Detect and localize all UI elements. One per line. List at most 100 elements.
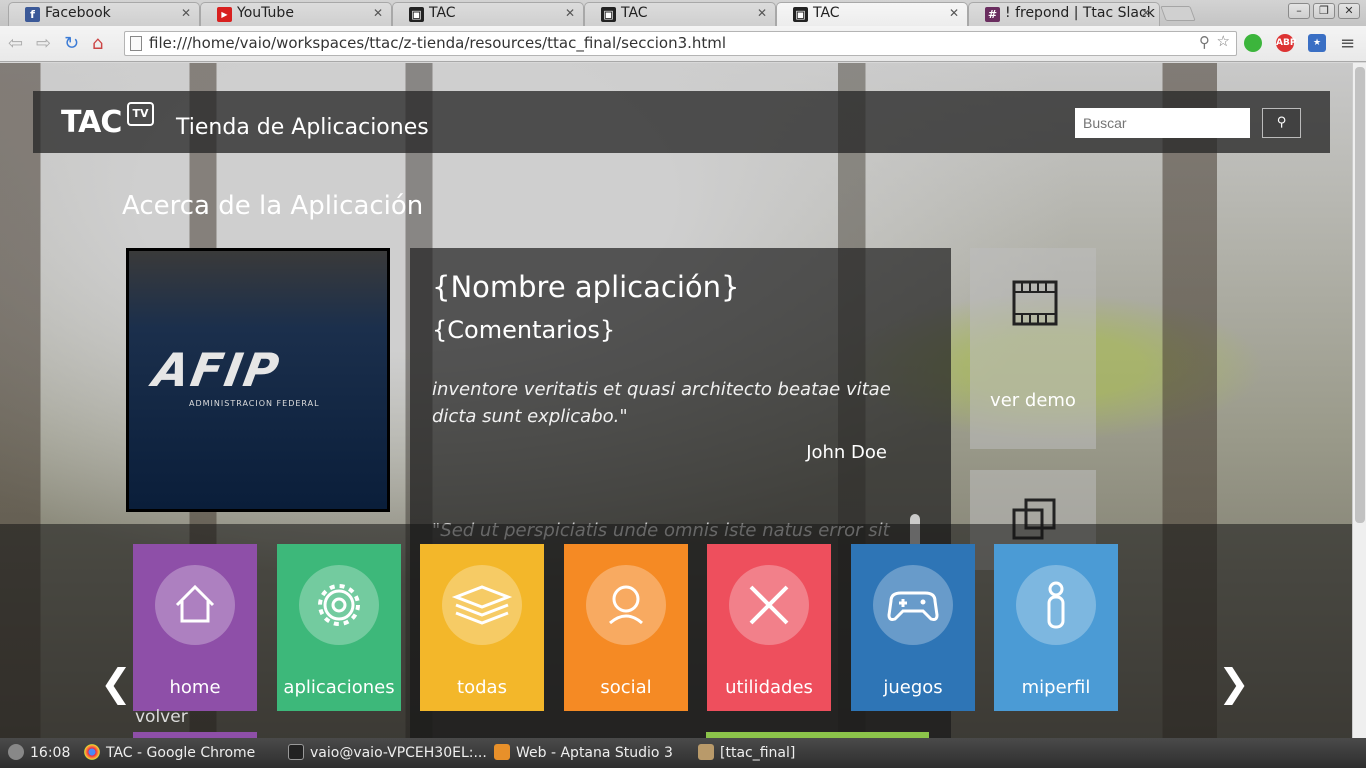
category-home[interactable]: home	[133, 544, 257, 711]
browser-tab-strip: f Facebook ✕ ▶ YouTube ✕ ▣ TAC ✕ ▣ TAC ✕…	[0, 0, 1366, 27]
tv-badge: TV	[127, 102, 154, 126]
category-todas[interactable]: todas	[420, 544, 544, 711]
app-logo-text: AFIP	[149, 343, 285, 397]
tab-title: ! frepond | Ttac Slack	[1005, 5, 1155, 21]
close-tab-icon[interactable]: ✕	[565, 6, 575, 20]
page-scrollbar[interactable]	[1352, 63, 1366, 738]
close-window-button[interactable]: ✕	[1338, 3, 1360, 19]
close-tab-icon[interactable]: ✕	[373, 6, 383, 20]
volver-link[interactable]: volver	[135, 707, 188, 727]
ver-demo-tile[interactable]: ver demo	[970, 248, 1096, 449]
category-utilidades[interactable]: utilidades	[707, 544, 831, 711]
search-input[interactable]	[1075, 108, 1250, 138]
clock-text: 16:08	[30, 745, 71, 761]
browser-toolbar: ⇦ ⇨ ↻ ⌂ file:///home/vaio/workspaces/tta…	[0, 26, 1366, 62]
search-button[interactable]: ⚲	[1262, 108, 1301, 138]
tab-title: TAC	[429, 5, 456, 21]
site-header: TAC TV Tienda de Aplicaciones ⚲	[33, 91, 1330, 153]
home-icon[interactable]: ⌂	[92, 33, 103, 54]
task-chrome[interactable]: TAC - Google Chrome	[84, 744, 255, 761]
ver-demo-label: ver demo	[990, 390, 1076, 411]
url-text: file:///home/vaio/workspaces/ttac/z-tien…	[149, 34, 727, 52]
terminal-icon	[288, 744, 304, 760]
category-label: aplicaciones	[283, 677, 395, 698]
tab-title: YouTube	[237, 5, 294, 21]
task-folder[interactable]: [ttac_final]	[698, 744, 795, 761]
category-label: utilidades	[725, 677, 813, 698]
scrollbar-thumb[interactable]	[1355, 67, 1365, 523]
app-name: {Nombre aplicación}	[432, 270, 740, 304]
tab-title: Facebook	[45, 5, 111, 21]
aptana-icon	[494, 744, 510, 760]
menu-icon[interactable]: ≡	[1340, 33, 1355, 54]
close-tab-icon[interactable]: ✕	[181, 6, 191, 20]
testimonial-author: John Doe	[806, 442, 887, 463]
app-logo-subtitle: ADMINISTRACION FEDERAL	[189, 399, 320, 408]
category-social[interactable]: social	[564, 544, 688, 711]
task-label: vaio@vaio-VPCEH30EL:...	[310, 745, 487, 761]
category-aplicaciones[interactable]: aplicaciones	[277, 544, 401, 711]
testimonial-quote: inventore veritatis et quasi architecto …	[432, 379, 891, 427]
clock: 16:08	[8, 744, 70, 761]
chrome-icon	[84, 744, 100, 760]
bookmark-extension-icon[interactable]: ★	[1308, 34, 1326, 52]
tab-title: TAC	[621, 5, 648, 21]
film-icon	[1012, 280, 1058, 326]
section-title: Acerca de la Aplicación	[122, 191, 424, 221]
forward-icon[interactable]: ⇨	[36, 33, 51, 54]
facebook-icon: f	[25, 7, 40, 22]
category-label: miperfil	[1021, 677, 1091, 698]
person-icon	[1016, 565, 1096, 645]
system-icon	[8, 744, 24, 760]
back-icon[interactable]: ⇦	[8, 33, 23, 54]
tab-youtube[interactable]: ▶ YouTube ✕	[200, 2, 392, 26]
user-icon	[586, 565, 666, 645]
star-icon[interactable]: ☆	[1217, 32, 1230, 50]
taskbar: 16:08 TAC - Google Chrome vaio@vaio-VPCE…	[0, 738, 1366, 768]
address-bar[interactable]: file:///home/vaio/workspaces/ttac/z-tien…	[124, 31, 1237, 56]
task-aptana[interactable]: Web - Aptana Studio 3	[494, 744, 673, 761]
task-label: [ttac_final]	[720, 745, 796, 761]
tab-title: TAC	[813, 5, 840, 21]
category-juegos[interactable]: juegos	[851, 544, 975, 711]
minimize-button[interactable]: –	[1288, 3, 1310, 19]
tab-slack[interactable]: # ! frepond | Ttac Slack ✕	[968, 2, 1160, 26]
tac-icon: ▣	[793, 7, 808, 22]
category-bar: ❮ home aplicaciones todas social utilida…	[0, 524, 1352, 738]
gear-icon	[299, 565, 379, 645]
task-terminal[interactable]: vaio@vaio-VPCEH30EL:...	[288, 744, 487, 761]
site-title: Tienda de Aplicaciones	[176, 115, 429, 140]
close-tab-icon[interactable]: ✕	[1141, 6, 1151, 20]
slack-icon: #	[985, 7, 1000, 22]
search-icon: ⚲	[1276, 115, 1287, 130]
maximize-button[interactable]: ❐	[1313, 3, 1335, 19]
close-tab-icon[interactable]: ✕	[949, 6, 959, 20]
search-icon[interactable]: ⚲	[1199, 33, 1210, 51]
tac-icon: ▣	[409, 7, 424, 22]
category-label: social	[600, 677, 652, 698]
folder-icon	[698, 744, 714, 760]
category-miperfil[interactable]: miperfil	[994, 544, 1118, 711]
task-label: TAC - Google Chrome	[106, 745, 256, 761]
extension-green-icon[interactable]	[1244, 34, 1262, 52]
reload-icon[interactable]: ↻	[64, 33, 79, 54]
tab-tac[interactable]: ▣ TAC ✕	[392, 2, 584, 26]
tab-facebook[interactable]: f Facebook ✕	[8, 2, 200, 26]
app-logo-image: AFIP ADMINISTRACION FEDERAL	[126, 248, 390, 512]
tab-tac-active[interactable]: ▣ TAC ✕	[776, 2, 968, 27]
close-tab-icon[interactable]: ✕	[757, 6, 767, 20]
tools-icon	[729, 565, 809, 645]
page-icon	[130, 36, 142, 51]
home-icon	[155, 565, 235, 645]
prev-arrow-icon[interactable]: ❮	[100, 661, 132, 705]
tac-logo[interactable]: TAC	[61, 105, 122, 140]
next-arrow-icon[interactable]: ❯	[1218, 661, 1250, 705]
new-tab-button[interactable]	[1160, 6, 1196, 21]
gamepad-icon	[873, 565, 953, 645]
adblock-icon[interactable]: ABP	[1276, 34, 1296, 52]
tab-tac[interactable]: ▣ TAC ✕	[584, 2, 776, 26]
layers-icon	[442, 565, 522, 645]
youtube-icon: ▶	[217, 7, 232, 22]
page-viewport: TAC TV Tienda de Aplicaciones ⚲ Acerca d…	[0, 63, 1352, 738]
comments-title: {Comentarios}	[432, 316, 616, 344]
